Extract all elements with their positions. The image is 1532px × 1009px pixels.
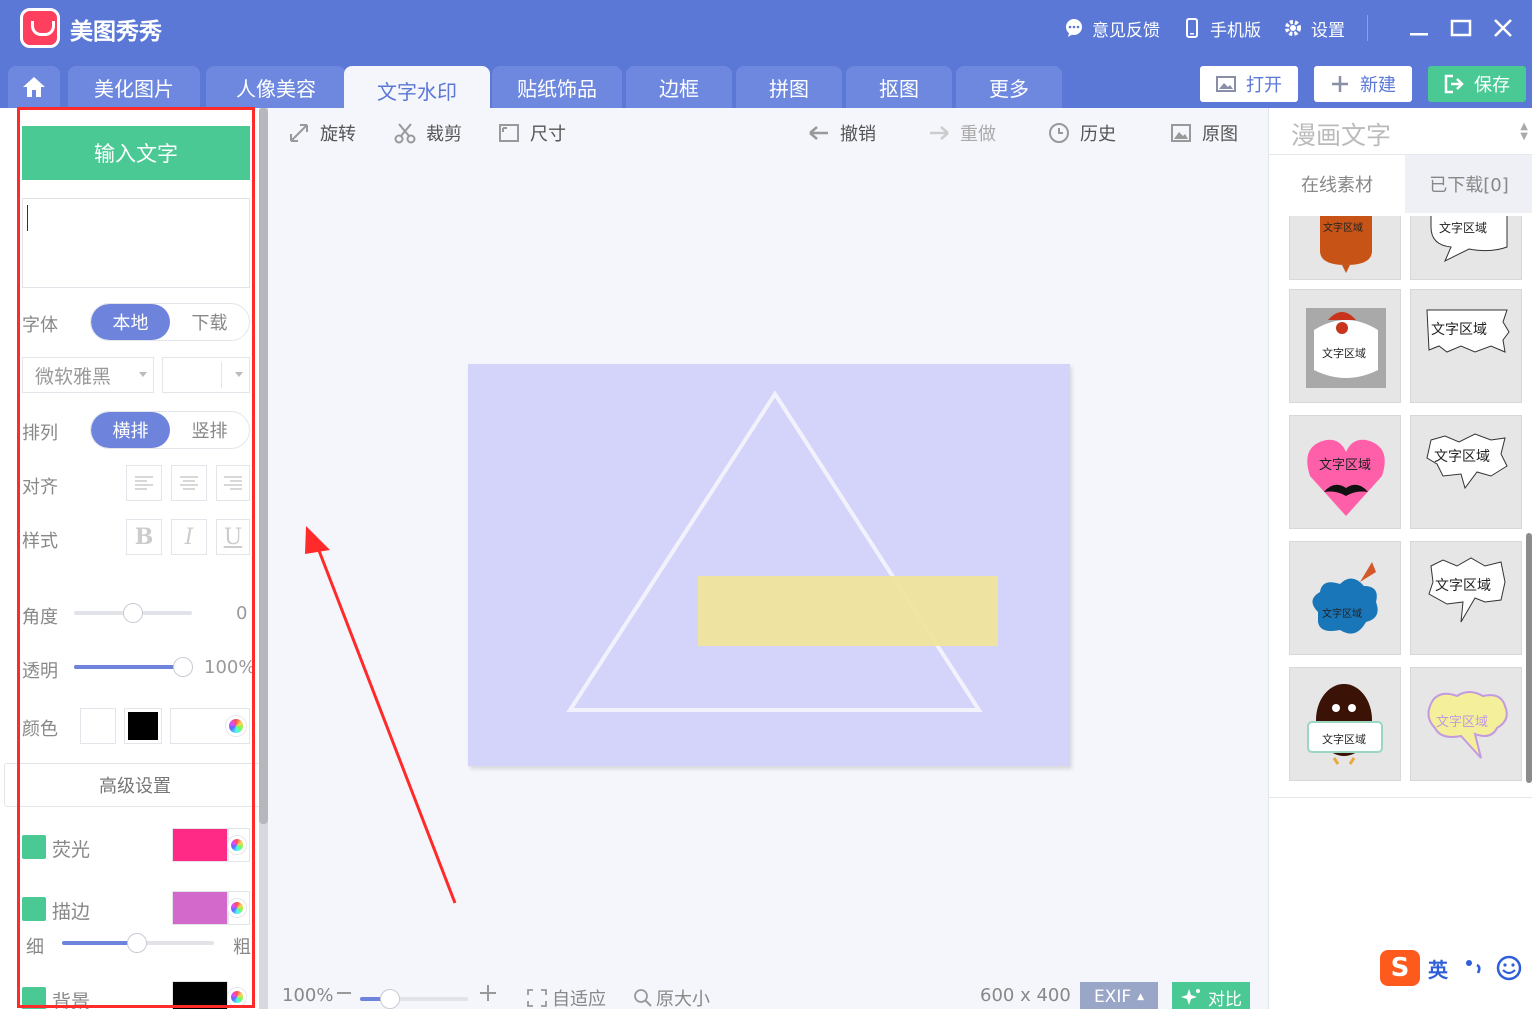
material-item[interactable]: 文字区域 bbox=[1410, 216, 1522, 280]
fit-button[interactable]: 自适应 bbox=[526, 985, 606, 1009]
tab-online-materials[interactable]: 在线素材 bbox=[1269, 155, 1405, 213]
magnifier-icon bbox=[634, 989, 652, 1007]
material-item[interactable]: 文字区域 bbox=[1410, 415, 1522, 529]
image-dimensions: 600 x 400 bbox=[980, 985, 1071, 1006]
exif-button[interactable]: EXIF ▲ bbox=[1080, 982, 1158, 1009]
sogou-logo-icon: S bbox=[1380, 950, 1420, 986]
category-switch-icon[interactable]: ▲ ▼ bbox=[1520, 122, 1528, 142]
bubble-label: 文字区域 bbox=[1322, 347, 1366, 360]
bubble-label: 文字区域 bbox=[1431, 322, 1487, 338]
bubble-label: 文字区域 bbox=[1322, 609, 1362, 620]
heart-mustache-thumbnail bbox=[1307, 439, 1385, 516]
minus-icon bbox=[337, 992, 351, 994]
zoom-level: 100% bbox=[282, 985, 334, 1006]
bubble-label: 文字区域 bbox=[1322, 733, 1366, 746]
ime-toolbar[interactable]: S 英 bbox=[1380, 948, 1532, 988]
penguin-sign-thumbnail bbox=[1307, 684, 1383, 765]
fit-icon bbox=[527, 989, 547, 1007]
zoom-slider-handle[interactable] bbox=[380, 989, 400, 1009]
material-grid: 文字区域 文字区域 文字区域 文字区域 文字区域 文字区域 文字区域 文字区域 … bbox=[1269, 216, 1532, 798]
fit-label: 自适应 bbox=[552, 989, 606, 1009]
bubble-label: 文字区域 bbox=[1439, 221, 1488, 235]
torn-bubble-thumbnail bbox=[1428, 557, 1506, 623]
material-item[interactable]: 文字区域 bbox=[1410, 667, 1522, 781]
material-item[interactable]: 文字区域 bbox=[1410, 541, 1522, 655]
exif-label: EXIF bbox=[1093, 987, 1132, 1007]
tab-downloaded[interactable]: 已下载[0] bbox=[1405, 155, 1532, 213]
bubble-label: 文字区域 bbox=[1436, 715, 1489, 730]
material-item[interactable]: 文字区域 bbox=[1410, 289, 1522, 403]
material-item[interactable]: 文字区域 bbox=[1289, 415, 1401, 529]
caret-up-icon: ▲ bbox=[1137, 992, 1145, 1002]
blue-cloud-rocket-thumbnail bbox=[1312, 562, 1378, 634]
spiky-bubble-thumbnail bbox=[1426, 433, 1508, 490]
bubble-label: 文字区域 bbox=[1435, 578, 1491, 594]
sparkle-icon bbox=[1181, 989, 1200, 1005]
material-item[interactable]: 文字区域 bbox=[1289, 541, 1401, 655]
compare-button[interactable]: 对比 bbox=[1172, 982, 1250, 1009]
plus-icon bbox=[480, 985, 496, 1001]
bubble-label: 文字区域 bbox=[1323, 223, 1363, 234]
bubble-label: 文字区域 bbox=[1319, 458, 1372, 473]
actual-size-button[interactable]: 原大小 bbox=[632, 985, 710, 1009]
actual-size-label: 原大小 bbox=[656, 989, 710, 1009]
zoom-out-button[interactable] bbox=[336, 981, 352, 1005]
material-category-title: 漫画文字 bbox=[1291, 121, 1392, 150]
jagged-bubble-thumbnail bbox=[1426, 309, 1510, 353]
smiley-icon bbox=[1496, 955, 1522, 981]
punctuation-icon bbox=[1466, 960, 1481, 974]
material-scrollbar[interactable] bbox=[1526, 533, 1532, 783]
bubble-label: 文字区域 bbox=[1434, 449, 1490, 465]
material-item[interactable]: 文字区域 bbox=[1289, 289, 1401, 403]
material-item[interactable]: 文字区域 bbox=[1289, 667, 1401, 781]
zoom-slider[interactable] bbox=[360, 989, 468, 1009]
material-item[interactable]: 文字区域 bbox=[1289, 216, 1401, 280]
material-panel: 漫画文字 ▲ ▼ 在线素材 已下载[0] 文字区域 文字区域 文字区域 文字区域 … bbox=[1268, 108, 1532, 1009]
material-tabs: 在线素材 已下载[0] bbox=[1269, 154, 1532, 213]
compare-label: 对比 bbox=[1208, 989, 1242, 1009]
status-bar: 100% 自适应 原大小 600 x 400 EXIF ▲ 对比 bbox=[270, 980, 1268, 1009]
zoom-in-button[interactable] bbox=[478, 981, 498, 1005]
ime-mode: 英 bbox=[1428, 957, 1448, 982]
